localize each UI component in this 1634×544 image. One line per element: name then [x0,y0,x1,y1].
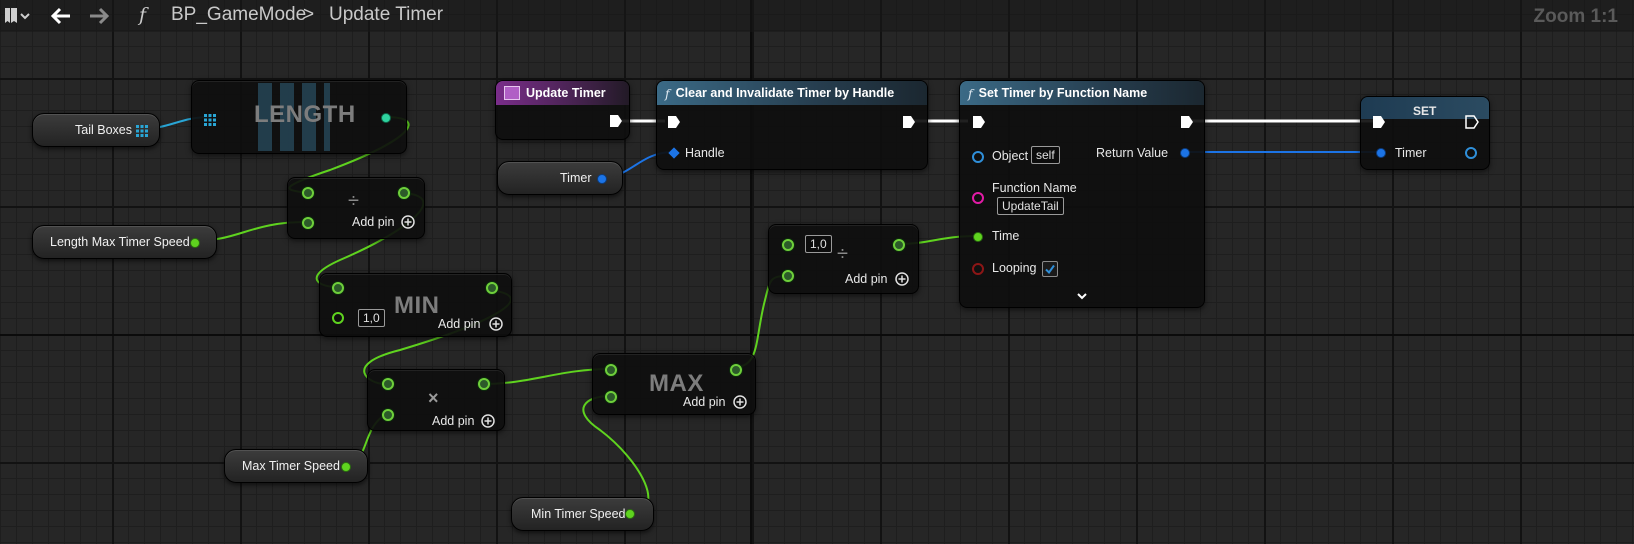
exec-out-pin[interactable] [902,115,916,129]
return-value-label: Return Value [1096,146,1169,160]
timer-label: Timer [1395,146,1427,160]
multiply-symbol: × [428,388,439,408]
add-pin-icon[interactable] [895,272,909,291]
output-pin[interactable] [341,462,351,472]
function-icon: f [968,85,973,101]
variable-max-timer-speed[interactable]: Max Timer Speed [224,449,368,483]
function-name-value[interactable]: UpdateTail [997,197,1064,215]
exec-in-pin[interactable] [1372,115,1386,129]
node-max-title: MAX [649,370,704,397]
exec-out-pin[interactable] [1465,115,1479,129]
function-icon: f [665,85,670,101]
output-pin[interactable] [486,282,498,294]
variable-label: Tail Boxes [75,123,132,137]
node-set-timer-by-function-name[interactable]: f Set Timer by Function Name Object self… [959,80,1205,308]
divide-symbol: ÷ [348,190,359,212]
min-default-value[interactable]: 1,0 [358,309,385,327]
object-label: Object [992,149,1029,163]
variable-label: Length Max Timer Speed [50,235,190,249]
node-set-timer-variable[interactable]: SET Timer [1360,96,1490,170]
node-min-title: MIN [394,292,440,319]
node-header: f Clear and Invalidate Timer by Handle [657,81,927,105]
object-value[interactable]: self [1031,146,1060,164]
input-pin-b[interactable] [605,391,617,403]
output-pin[interactable] [893,239,905,251]
divide-symbol: ÷ [837,243,848,265]
output-pin[interactable] [597,174,607,184]
handle-pin[interactable] [668,147,680,159]
time-pin[interactable] [973,232,983,242]
input-pin-b[interactable] [382,409,394,421]
exec-in-pin[interactable] [972,115,986,129]
exec-in-pin[interactable] [667,115,681,129]
add-pin-label[interactable]: Add pin [432,414,474,428]
variable-timer[interactable]: Timer [497,161,623,195]
node-title: Update Timer [526,86,606,100]
input-pin-b[interactable] [332,312,344,324]
variable-tail-boxes[interactable]: Tail Boxes [32,113,160,147]
input-pin-b[interactable] [782,270,794,282]
node-min[interactable]: MIN 1,0 Add pin [319,273,512,337]
time-label: Time [992,229,1020,243]
input-pin-a[interactable] [605,364,617,376]
input-pin-a[interactable] [332,282,344,294]
variable-label: Max Timer Speed [242,459,340,473]
variable-min-timer-speed[interactable]: Min Timer Speed [511,497,654,531]
add-pin-label[interactable]: Add pin [845,272,887,286]
array-pin-icon[interactable] [204,113,216,131]
add-pin-label[interactable]: Add pin [352,215,394,229]
input-pin-b[interactable] [302,217,314,229]
node-clear-invalidate-timer[interactable]: f Clear and Invalidate Timer by Handle H… [656,80,928,170]
add-pin-label[interactable]: Add pin [683,395,725,409]
handle-label: Handle [685,146,725,160]
function-name-pin[interactable] [972,192,984,204]
add-pin-icon[interactable] [489,317,503,336]
exec-out-pin[interactable] [1180,115,1194,129]
node-max[interactable]: MAX Add pin [592,353,756,415]
node-divide[interactable]: ÷ Add pin [287,177,425,239]
node-title: SET [1413,104,1437,118]
timer-input-pin[interactable] [1376,148,1386,158]
output-pin[interactable] [478,378,490,390]
looping-pin[interactable] [972,263,984,275]
variable-label: Min Timer Speed [531,507,626,521]
node-length[interactable]: LENGTH [191,80,407,154]
output-pin[interactable] [381,113,391,123]
timer-output-pin[interactable] [1465,147,1477,159]
advanced-pins-chevron-icon[interactable] [1076,289,1088,307]
add-pin-icon[interactable] [481,414,495,433]
variable-length-max-timer-speed[interactable]: Length Max Timer Speed [32,225,217,259]
output-pin[interactable] [730,364,742,376]
checkmark-icon [1045,264,1055,275]
input-pin-a[interactable] [782,239,794,251]
variable-label: Timer [560,171,592,185]
function-entry-icon [504,86,520,100]
array-pin-icon[interactable] [136,125,148,140]
node-header: Update Timer [496,81,629,105]
add-pin-label[interactable]: Add pin [438,317,480,331]
node-title: Clear and Invalidate Timer by Handle [675,86,895,100]
node-header: f Set Timer by Function Name [960,81,1204,105]
object-pin[interactable] [972,151,984,163]
divide-default-value[interactable]: 1,0 [805,235,832,253]
add-pin-icon[interactable] [401,215,415,234]
node-divide-2[interactable]: 1,0 ÷ Add pin [768,224,919,294]
output-pin[interactable] [625,509,635,519]
output-pin[interactable] [190,238,200,248]
input-pin-a[interactable] [382,378,394,390]
node-length-title: LENGTH [254,101,356,128]
function-name-label: Function Name [992,181,1077,195]
looping-label: Looping [992,261,1037,275]
output-pin[interactable] [398,187,410,199]
input-pin-a[interactable] [302,187,314,199]
return-value-pin[interactable] [1180,148,1190,158]
node-multiply[interactable]: × Add pin [367,369,505,431]
add-pin-icon[interactable] [733,395,747,414]
node-update-timer-entry[interactable]: Update Timer [495,80,630,140]
looping-checkbox[interactable] [1042,261,1058,277]
exec-out-pin[interactable] [609,114,623,128]
node-title: Set Timer by Function Name [978,86,1148,100]
